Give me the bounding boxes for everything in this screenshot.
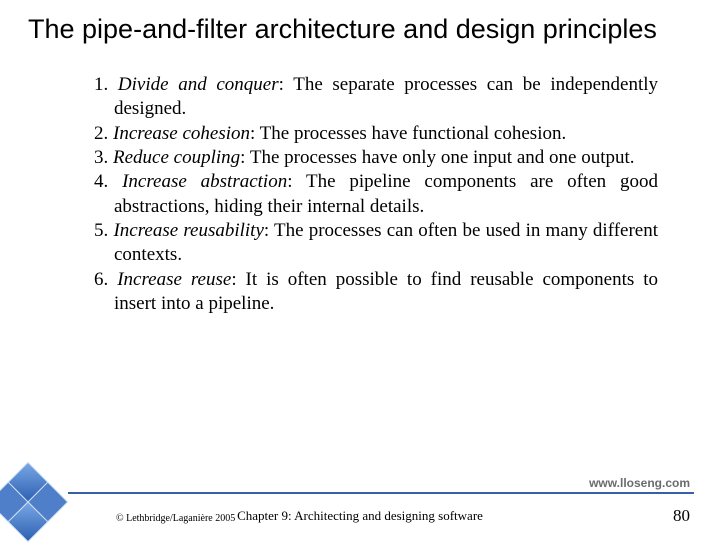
item-number: 3. [94,147,108,168]
principle-name: Reduce coupling [113,147,240,168]
list-item: 6. Increase reuse: It is often possible … [94,268,658,317]
item-number: 4. [94,171,108,192]
principle-name: Divide and conquer [118,74,279,95]
list-item: 1. Divide and conquer: The separate proc… [94,73,658,122]
corner-decoration-icon [0,462,78,548]
principle-name: Increase abstraction [122,171,287,192]
slide-footer: www.lloseng.com © Lethbridge/Laganière 2… [0,468,720,540]
principle-desc: : The processes have functional cohesion… [250,123,566,144]
principle-desc: : The processes have only one input and … [240,147,634,168]
slide-title: The pipe-and-filter architecture and des… [28,14,692,45]
list-item: 5. Increase reusability: The processes c… [94,219,658,268]
slide: The pipe-and-filter architecture and des… [0,0,720,540]
list-item: 3. Reduce coupling: The processes have o… [94,146,658,170]
chapter-label: Chapter 9: Architecting and designing so… [0,508,720,524]
website-label: www.lloseng.com [589,476,690,490]
item-number: 5. [94,220,108,241]
list-item: 4. Increase abstraction: The pipeline co… [94,170,658,219]
item-number: 2. [94,123,108,144]
principle-name: Increase reuse [117,269,231,290]
page-number: 80 [673,506,690,526]
item-number: 6. [94,269,108,290]
principle-name: Increase reusability [113,220,263,241]
list-item: 2. Increase cohesion: The processes have… [94,122,658,146]
item-number: 1. [94,74,108,95]
divider [68,492,694,494]
principles-list: 1. Divide and conquer: The separate proc… [28,73,692,316]
principle-name: Increase cohesion [113,123,250,144]
